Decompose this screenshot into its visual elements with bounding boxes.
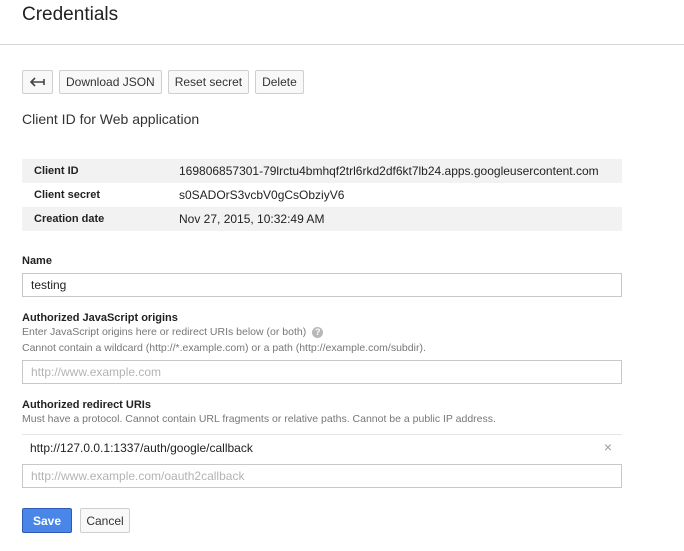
- list-item: http://127.0.0.1:1337/auth/google/callba…: [22, 434, 622, 460]
- help-icon[interactable]: ?: [312, 326, 324, 338]
- js-origins-restriction: Cannot contain a wildcard (http://*.exam…: [22, 342, 426, 354]
- title-bar: Credentials: [0, 0, 684, 45]
- table-row: Client ID 169806857301-79lrctu4bmhqf2trl…: [22, 159, 622, 183]
- client-id-value: 169806857301-79lrctu4bmhqf2trl6rkd2df6kt…: [179, 164, 599, 178]
- credential-info-table: Client ID 169806857301-79lrctu4bmhqf2trl…: [22, 159, 622, 231]
- download-json-button[interactable]: Download JSON: [59, 70, 162, 94]
- name-label: Name: [22, 255, 52, 267]
- redirect-uris-label: Authorized redirect URIs: [22, 399, 151, 411]
- close-icon[interactable]: ×: [604, 440, 612, 454]
- client-secret-label: Client secret: [34, 189, 101, 201]
- redirect-uri-input[interactable]: [22, 464, 622, 488]
- back-button[interactable]: [22, 70, 53, 94]
- delete-button[interactable]: Delete: [255, 70, 304, 94]
- redirect-uris-hint: Must have a protocol. Cannot contain URL…: [22, 413, 496, 425]
- name-input[interactable]: [22, 273, 622, 297]
- js-origins-label: Authorized JavaScript origins: [22, 312, 178, 324]
- js-origins-hint: Enter JavaScript origins here or redirec…: [22, 326, 324, 338]
- js-origins-hint-text: Enter JavaScript origins here or redirec…: [22, 326, 307, 338]
- reset-secret-button[interactable]: Reset secret: [167, 70, 250, 94]
- back-arrow-icon: [30, 77, 45, 87]
- section-title: Client ID for Web application: [22, 111, 200, 127]
- form-actions: Save Cancel: [22, 508, 130, 533]
- creation-date-label: Creation date: [34, 213, 105, 225]
- js-origin-input[interactable]: [22, 360, 622, 384]
- page-title: Credentials: [22, 4, 119, 25]
- table-row: Creation date Nov 27, 2015, 10:32:49 AM: [22, 207, 622, 231]
- redirect-uri-value: http://127.0.0.1:1337/auth/google/callba…: [30, 441, 253, 455]
- client-secret-value: s0SADOrS3vcbV0gCsObziyV6: [179, 188, 345, 202]
- table-row: Client secret s0SADOrS3vcbV0gCsObziyV6: [22, 183, 622, 207]
- toolbar: Download JSON Reset secret Delete: [22, 70, 304, 94]
- client-id-label: Client ID: [34, 165, 79, 177]
- save-button[interactable]: Save: [22, 508, 72, 533]
- cancel-button[interactable]: Cancel: [80, 508, 130, 533]
- creation-date-value: Nov 27, 2015, 10:32:49 AM: [179, 212, 325, 226]
